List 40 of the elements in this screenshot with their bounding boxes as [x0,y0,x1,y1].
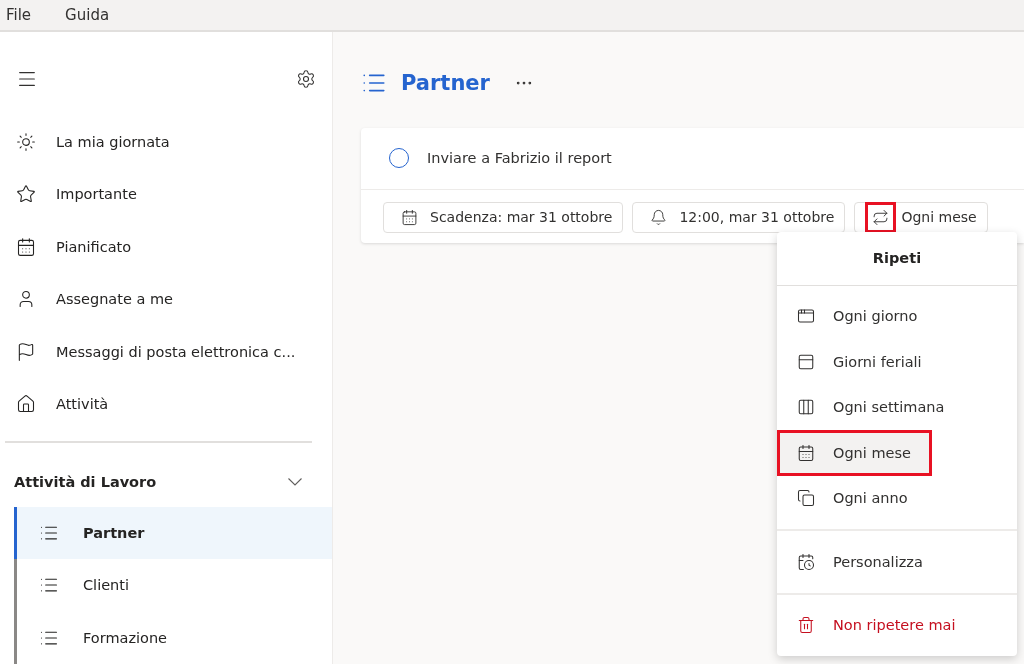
list-item[interactable]: Formazione [14,611,332,664]
columns-icon [797,398,815,417]
sidebar-item[interactable]: Attività [0,378,332,431]
sidebar-item[interactable]: Importante [0,168,332,221]
sidebar-item[interactable]: Assegnate a me [0,273,332,326]
group-title: Attività di Lavoro [14,473,157,490]
group-header[interactable]: Attività di Lavoro [0,456,332,507]
menu-option[interactable]: Ogni giorno [777,293,1017,339]
menu-item[interactable]: Guida [65,5,110,24]
settings-icon[interactable] [296,68,316,89]
sidebar-item[interactable]: La mia giornata [0,115,332,168]
task-chip[interactable]: Ogni mese [854,201,988,233]
menu-option[interactable]: Ogni mese [777,430,932,476]
task-title: Inviare a Fabrizio il report [427,150,612,166]
sidebar-item[interactable]: Messaggi di posta elettronica c... [0,325,332,378]
menu-option[interactable]: Ogni settimana [777,384,1017,430]
list-item[interactable]: Clienti [14,559,332,612]
menu-option[interactable]: Non ripetere mai [777,602,1017,648]
menu-option[interactable]: Giorni feriali [777,339,1017,385]
calendar-clock-icon [797,552,815,571]
nav-icon [16,131,36,152]
list-item[interactable]: Partner [14,506,332,559]
menu-option[interactable]: Ogni anno [777,475,1017,521]
menu-item[interactable]: File [6,5,32,24]
calendar-icon [797,443,815,462]
menu-title: Ripeti [777,231,1017,286]
menu-option[interactable]: Personalizza [777,539,1017,585]
sidebar-item[interactable]: Pianificato [0,220,332,273]
trash-icon [797,616,815,635]
window-icon [797,307,815,326]
task-chip[interactable]: 12:00, mar 31 ottobre [632,201,846,233]
nav-icon [16,184,36,205]
nav-icon [16,236,36,257]
nav-icon [16,394,36,415]
list-title: Partner [401,70,490,95]
task-chip[interactable]: Scadenza: mar 31 ottobre [383,201,624,233]
panel-icon [797,352,815,371]
copy-icon [797,489,815,508]
chevron-icon [288,477,302,486]
nav-icon [16,341,36,362]
